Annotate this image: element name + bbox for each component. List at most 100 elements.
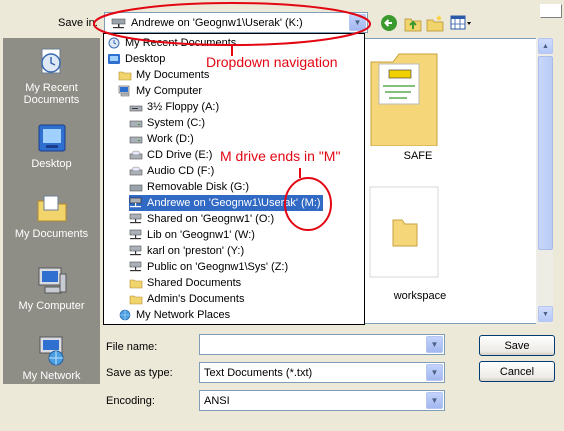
save-as-type-label: Save as type: bbox=[106, 367, 173, 379]
network-drive-icon bbox=[129, 213, 143, 225]
dropdown-item-my-computer[interactable]: My Computer bbox=[118, 83, 202, 99]
close-button[interactable] bbox=[540, 4, 562, 18]
save-in-dropdown-list[interactable]: My Recent Documents Desktop My Documents… bbox=[103, 33, 365, 325]
dropdown-item-label: Public on 'Geognw1\Sys' (Z:) bbox=[147, 261, 289, 273]
chevron-down-icon[interactable]: ▼ bbox=[349, 14, 366, 31]
safe-folder-thumbnail[interactable] bbox=[369, 44, 439, 147]
dropdown-item-label: Shared on 'Geognw1' (O:) bbox=[147, 213, 275, 225]
desktop-icon bbox=[107, 53, 121, 65]
chevron-down-icon[interactable]: ▼ bbox=[426, 336, 443, 353]
my-network-icon bbox=[36, 334, 68, 366]
removable-disk-icon bbox=[129, 181, 143, 193]
dropdown-item-public-z[interactable]: Public on 'Geognw1\Sys' (Z:) bbox=[129, 259, 288, 275]
place-desktop[interactable]: Desktop bbox=[3, 122, 100, 170]
place-label: Desktop bbox=[31, 158, 72, 170]
place-my-documents[interactable]: My Documents bbox=[3, 192, 100, 240]
encoding-label: Encoding: bbox=[106, 395, 155, 407]
scroll-thumb[interactable] bbox=[538, 56, 553, 250]
place-label: My Recent Documents bbox=[23, 82, 80, 106]
cd-drive-icon bbox=[129, 149, 143, 161]
dropdown-item-shared-documents[interactable]: Shared Documents bbox=[129, 275, 241, 291]
dropdown-item-admins-documents[interactable]: Admin's Documents bbox=[129, 291, 244, 307]
dropdown-item-label: My Documents bbox=[136, 69, 210, 81]
dropdown-item-label: My Network Places bbox=[136, 309, 231, 321]
place-my-computer[interactable]: My Computer bbox=[3, 264, 100, 312]
dropdown-item-lib-w[interactable]: Lib on 'Geognw1' (W:) bbox=[129, 227, 255, 243]
dropdown-item-label: Admin's Documents bbox=[147, 293, 245, 305]
dropdown-item-label: My Computer bbox=[136, 85, 203, 97]
file-label-safe: SAFE bbox=[403, 150, 433, 162]
hard-drive-icon bbox=[129, 133, 143, 145]
place-label: My Computer bbox=[18, 300, 85, 312]
network-drive-icon bbox=[129, 197, 143, 209]
network-places-icon bbox=[118, 309, 132, 321]
dropdown-item-floppy-a[interactable]: 3½ Floppy (A:) bbox=[129, 99, 219, 115]
dropdown-item-label: Andrewe on 'Geognw1\Userak' (M:) bbox=[147, 197, 321, 209]
dropdown-item-andrewe-m[interactable]: Andrewe on 'Geognw1\Userak' (M:) bbox=[129, 195, 323, 211]
network-drive-icon bbox=[129, 261, 143, 273]
place-label: My Network bbox=[22, 370, 81, 382]
save-in-label: Save in: bbox=[58, 17, 98, 29]
dropdown-item-label: Work (D:) bbox=[147, 133, 194, 145]
dropdown-item-my-network-places[interactable]: My Network Places bbox=[118, 307, 230, 323]
dropdown-item-my-documents[interactable]: My Documents bbox=[118, 67, 209, 83]
encoding-select[interactable]: ANSI ▼ bbox=[199, 390, 445, 411]
place-my-recent-documents[interactable]: My Recent Documents bbox=[3, 46, 100, 106]
my-computer-icon bbox=[36, 264, 68, 296]
places-bar: My Recent Documents Desktop My Documents… bbox=[3, 38, 100, 384]
scroll-down-button[interactable]: ▼ bbox=[538, 306, 553, 322]
dropdown-item-shared-o[interactable]: Shared on 'Geognw1' (O:) bbox=[129, 211, 274, 227]
dropdown-item-desktop[interactable]: Desktop bbox=[107, 51, 165, 67]
network-drive-icon bbox=[129, 229, 143, 241]
save-in-value: Andrewe on 'Geognw1\Userak' (K:) bbox=[131, 16, 303, 29]
encoding-value: ANSI bbox=[204, 394, 230, 407]
file-name-label: File name: bbox=[106, 341, 158, 353]
chevron-down-icon[interactable]: ▼ bbox=[426, 364, 443, 381]
network-drive-icon bbox=[111, 17, 127, 29]
folder-icon bbox=[129, 293, 143, 305]
save-in-dropdown[interactable]: Andrewe on 'Geognw1\Userak' (K:) ▼ bbox=[104, 12, 368, 33]
dropdown-item-work-d[interactable]: Work (D:) bbox=[129, 131, 194, 147]
dropdown-item-label: System (C:) bbox=[147, 117, 206, 129]
vertical-scrollbar[interactable]: ▲ ▼ bbox=[536, 38, 553, 324]
folder-icon bbox=[118, 69, 132, 81]
floppy-icon bbox=[129, 101, 143, 113]
dropdown-item-label: Lib on 'Geognw1' (W:) bbox=[147, 229, 255, 241]
recent-documents-icon bbox=[107, 37, 121, 49]
dropdown-item-label: karl on 'preston' (Y:) bbox=[147, 245, 245, 257]
dropdown-item-label: CD Drive (E:) bbox=[147, 149, 213, 161]
file-name-input[interactable]: ▼ bbox=[199, 334, 445, 355]
annotation-dropdown-navigation: Dropdown navigation bbox=[206, 54, 338, 70]
dropdown-item-label: 3½ Floppy (A:) bbox=[147, 101, 220, 113]
dropdown-item-label: Shared Documents bbox=[147, 277, 242, 289]
place-label: My Documents bbox=[14, 228, 89, 240]
save-button[interactable]: Save bbox=[479, 335, 555, 356]
dropdown-item-removable-disk-g[interactable]: Removable Disk (G:) bbox=[129, 179, 249, 195]
my-documents-icon bbox=[36, 192, 68, 224]
folder-icon bbox=[129, 277, 143, 289]
dropdown-item-my-recent-documents[interactable]: My Recent Documents bbox=[107, 35, 236, 51]
dropdown-item-label: Removable Disk (G:) bbox=[147, 181, 250, 193]
cancel-button[interactable]: Cancel bbox=[479, 361, 555, 382]
dropdown-item-system-c[interactable]: System (C:) bbox=[129, 115, 205, 131]
dropdown-item-cd-drive-e[interactable]: CD Drive (E:) bbox=[129, 147, 212, 163]
cd-drive-icon bbox=[129, 165, 143, 177]
views-menu-icon[interactable] bbox=[450, 14, 471, 32]
chevron-down-icon[interactable]: ▼ bbox=[426, 392, 443, 409]
workspace-folder-thumbnail[interactable] bbox=[369, 186, 439, 286]
network-drive-icon bbox=[129, 245, 143, 257]
hard-drive-icon bbox=[129, 117, 143, 129]
save-as-type-value: Text Documents (*.txt) bbox=[204, 366, 313, 379]
place-my-network[interactable]: My Network bbox=[3, 334, 100, 382]
dropdown-item-karl-y[interactable]: karl on 'preston' (Y:) bbox=[129, 243, 244, 259]
computer-icon bbox=[118, 85, 132, 97]
recent-documents-icon bbox=[36, 46, 68, 78]
back-icon[interactable] bbox=[380, 14, 398, 32]
new-folder-icon[interactable] bbox=[426, 14, 444, 32]
up-folder-icon[interactable] bbox=[404, 14, 422, 32]
scroll-up-button[interactable]: ▲ bbox=[538, 38, 553, 54]
dropdown-item-audio-cd-f[interactable]: Audio CD (F:) bbox=[129, 163, 214, 179]
save-as-type-select[interactable]: Text Documents (*.txt) ▼ bbox=[199, 362, 445, 383]
dropdown-item-label: Audio CD (F:) bbox=[147, 165, 215, 177]
dropdown-item-label: Desktop bbox=[125, 53, 166, 65]
